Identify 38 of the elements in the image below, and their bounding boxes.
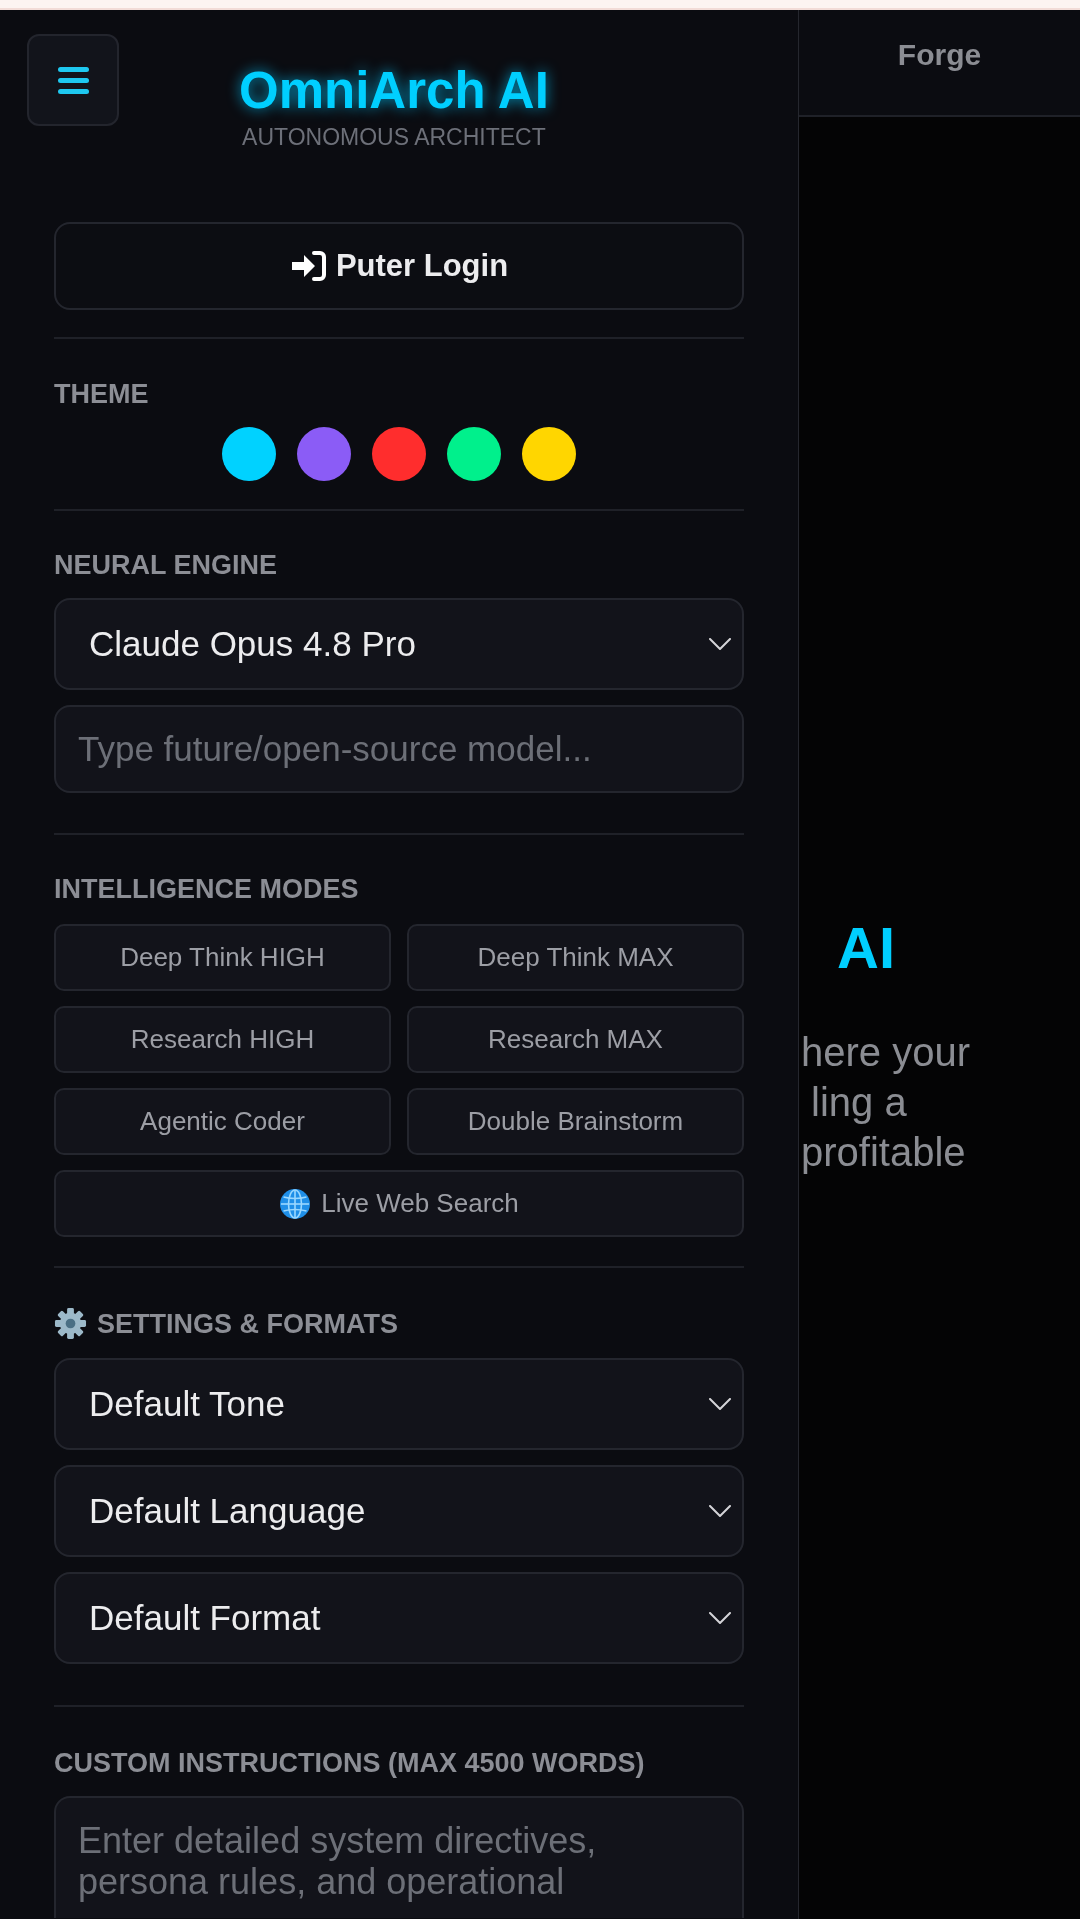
- chevron-down-icon: [709, 1505, 731, 1517]
- theme-swatch-icon[interactable]: [522, 427, 576, 481]
- model-select[interactable]: Claude Opus 4.8 Pro: [54, 598, 744, 690]
- instructions-textarea[interactable]: Enter detailed system directives, persona rules, and operational: [54, 1796, 744, 1918]
- globe-icon: [279, 1187, 312, 1220]
- hero-heading: AI: [837, 919, 896, 977]
- web-search-toggle[interactable]: Live Web Search: [54, 1170, 744, 1237]
- app-title: OmniArch AI: [239, 65, 549, 116]
- theme-swatch-icon[interactable]: [222, 427, 276, 481]
- mode-toggle[interactable]: Deep Think HIGH: [54, 924, 391, 991]
- chevron-down-icon: [709, 638, 731, 650]
- chevron-down-icon: [709, 1398, 731, 1410]
- header-title: Forge: [897, 37, 982, 73]
- intro-paragraph: here your ling a profitable: [800, 1029, 971, 1176]
- section-label: CUSTOM INSTRUCTIONS (MAX 4500 WORDS): [54, 1747, 646, 1779]
- section-label: SETTINGS & FORMATS: [97, 1307, 398, 1340]
- mode-toggle[interactable]: Research MAX: [407, 1006, 744, 1073]
- settings-select[interactable]: Default Tone: [54, 1358, 744, 1450]
- gear-icon: [54, 1307, 87, 1340]
- model-input-field[interactable]: Type future/open-source model...: [54, 705, 744, 793]
- section-label: NEURAL ENGINE: [54, 549, 279, 581]
- mode-toggle[interactable]: Agentic Coder: [54, 1088, 391, 1155]
- app-subtitle: AUTONOMOUS ARCHITECT: [242, 126, 546, 149]
- mode-toggle[interactable]: Research HIGH: [54, 1006, 391, 1073]
- chevron-down-icon: [709, 1612, 731, 1624]
- login-button[interactable]: Puter Login: [54, 222, 744, 310]
- theme-swatch-icon[interactable]: [372, 427, 426, 481]
- section-label: INTELLIGENCE MODES: [54, 873, 360, 905]
- menu-button[interactable]: [27, 34, 119, 126]
- mode-toggle[interactable]: Double Brainstorm: [407, 1088, 744, 1155]
- theme-swatch-icon[interactable]: [447, 427, 501, 481]
- theme-swatch-icon[interactable]: [297, 427, 351, 481]
- settings-select[interactable]: Default Language: [54, 1465, 744, 1557]
- mode-toggle[interactable]: Deep Think MAX: [407, 924, 744, 991]
- login-icon: [289, 251, 326, 281]
- menu-icon: [57, 66, 89, 94]
- section-label: THEME: [54, 378, 150, 410]
- settings-select[interactable]: Default Format: [54, 1572, 744, 1664]
